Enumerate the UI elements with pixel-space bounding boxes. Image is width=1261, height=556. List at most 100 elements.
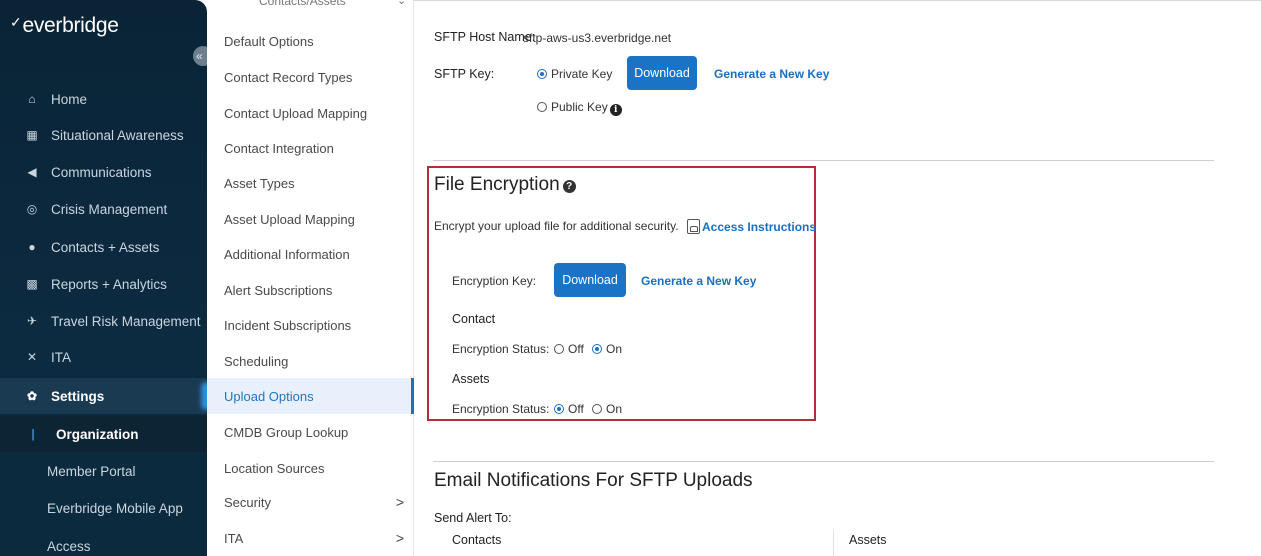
- submenu-section-label: Security: [224, 494, 271, 510]
- contact-encryption-off-radio[interactable]: Off: [554, 342, 584, 356]
- file-encryption-title: File Encryption?: [434, 174, 576, 196]
- radio-selected-icon: [537, 69, 547, 79]
- home-icon: ⌂: [28, 92, 36, 106]
- pdf-icon: [687, 219, 700, 234]
- column-divider: [833, 530, 834, 556]
- submenu-item-cmdb-group-lookup[interactable]: CMDB Group Lookup: [207, 414, 414, 450]
- megaphone-icon: ◀: [27, 165, 37, 179]
- active-marker-icon: |: [31, 427, 35, 441]
- submenu-item-upload-options[interactable]: Upload Options: [207, 378, 414, 414]
- sidebar-item-reports-analytics[interactable]: ▩ Reports + Analytics: [0, 266, 207, 302]
- submenu-item-label: CMDB Group Lookup: [224, 424, 349, 440]
- sidebar-item-mobile-app[interactable]: Everbridge Mobile App: [0, 490, 207, 526]
- assets-heading: Assets: [452, 372, 490, 386]
- chevron-right-icon: >: [395, 494, 404, 510]
- sidebar-item-travel-risk[interactable]: ✈ Travel Risk Management: [0, 303, 207, 339]
- sidebar-item-label: Travel Risk Management: [51, 313, 201, 329]
- info-icon[interactable]: i: [609, 104, 622, 116]
- sidebar-item-settings[interactable]: ✿ Settings: [0, 378, 207, 414]
- sidebar-item-label: Everbridge Mobile App: [47, 500, 183, 516]
- sidebar-item-home[interactable]: ⌂ Home: [0, 81, 207, 117]
- sidebar-item-ita[interactable]: ✕ ITA: [0, 339, 207, 375]
- submenu-section-label: ITA: [224, 530, 244, 546]
- sidebar-item-member-portal[interactable]: Member Portal: [0, 453, 207, 489]
- submenu-item-alert-subscriptions[interactable]: Alert Subscriptions: [207, 272, 414, 308]
- email-notifications-title: Email Notifications For SFTP Uploads: [434, 470, 753, 491]
- gear-icon: ✿: [26, 389, 38, 403]
- submenu-item-location-sources[interactable]: Location Sources: [207, 450, 414, 486]
- submenu-item-incident-subscriptions[interactable]: Incident Subscriptions: [207, 307, 414, 343]
- submenu-item-contact-record-types[interactable]: Contact Record Types: [207, 59, 414, 95]
- chevron-right-icon: >: [395, 530, 404, 546]
- access-instructions-label: Access Instructions: [702, 220, 817, 234]
- assets-encryption-on-radio[interactable]: On: [592, 402, 622, 416]
- radio-unselected-icon: [554, 344, 564, 354]
- submenu-item-label: Asset Upload Mapping: [224, 211, 355, 227]
- submenu-item-label: Scheduling: [224, 353, 289, 369]
- brand-name: everbridge: [22, 14, 119, 37]
- sidebar-item-organization[interactable]: | Organization: [0, 416, 207, 452]
- logo-mark-icon: ✓: [10, 14, 22, 30]
- sidebar-item-crisis-management[interactable]: ◎ Crisis Management: [0, 191, 207, 227]
- submenu-item-label: Additional Information: [224, 246, 350, 262]
- submenu-item-contact-integration[interactable]: Contact Integration: [207, 130, 414, 166]
- submenu-section-ita[interactable]: ITA >: [207, 520, 414, 556]
- top-divider: [414, 0, 1261, 1]
- access-instructions-link[interactable]: Access Instructions: [687, 219, 816, 234]
- submenu-partial-header[interactable]: Contacts/Assets: [259, 0, 346, 8]
- sidebar-item-label: Access: [47, 538, 91, 554]
- contact-encryption-on-radio[interactable]: On: [592, 342, 622, 356]
- sidebar-item-contacts-assets[interactable]: ● Contacts + Assets: [0, 229, 207, 265]
- ita-icon: ✕: [26, 350, 38, 364]
- on-label: On: [606, 402, 623, 416]
- submenu-item-additional-information[interactable]: Additional Information: [207, 236, 414, 272]
- public-key-label: Public Key: [551, 100, 608, 114]
- submenu-item-label: Contact Upload Mapping: [224, 105, 368, 121]
- sftp-download-button[interactable]: Download: [627, 56, 697, 90]
- plane-icon: ✈: [26, 314, 38, 328]
- submenu-item-label: Contact Integration: [224, 140, 334, 156]
- encryption-generate-key-link[interactable]: Generate a New Key: [641, 274, 756, 288]
- sidebar-item-label: Home: [51, 91, 88, 107]
- sftp-host-label: SFTP Host Name:: [434, 30, 536, 44]
- collapse-icon: «: [196, 49, 203, 63]
- submenu-section-security[interactable]: Security >: [207, 484, 414, 520]
- submenu-item-asset-types[interactable]: Asset Types: [207, 165, 414, 201]
- everbridge-logo[interactable]: ✓everbridge: [10, 14, 119, 38]
- assets-encryption-off-radio[interactable]: Off: [554, 402, 584, 416]
- radio-selected-icon: [592, 344, 602, 354]
- sidebar-item-situational-awareness[interactable]: ▦ Situational Awareness: [0, 117, 207, 153]
- sidebar-item-label: Organization: [56, 426, 139, 442]
- sidebar-item-access[interactable]: Access: [0, 528, 207, 556]
- chevron-down-icon: ⌄: [397, 0, 407, 7]
- sidebar-item-label: Reports + Analytics: [51, 276, 167, 292]
- submenu-item-label: Asset Types: [224, 175, 295, 191]
- public-key-radio[interactable]: Public Key i: [537, 100, 622, 116]
- sidebar-item-label: Communications: [51, 164, 152, 180]
- submenu-item-default-options[interactable]: Default Options: [207, 23, 414, 59]
- encryption-key-label: Encryption Key:: [452, 274, 537, 288]
- sftp-generate-key-link[interactable]: Generate a New Key: [714, 67, 829, 81]
- sidebar-item-communications[interactable]: ◀ Communications: [0, 154, 207, 190]
- submenu-item-scheduling[interactable]: Scheduling: [207, 343, 414, 379]
- off-label: Off: [568, 402, 584, 416]
- submenu-item-label: Upload Options: [224, 388, 314, 404]
- sidebar-item-label: ITA: [51, 349, 71, 365]
- private-key-label: Private Key: [551, 67, 613, 81]
- map-icon: ▦: [26, 128, 38, 142]
- private-key-radio[interactable]: Private Key: [537, 67, 612, 81]
- file-encryption-title-text: File Encryption: [434, 174, 560, 195]
- submenu-item-label: Location Sources: [224, 460, 325, 476]
- section-divider: [433, 461, 1214, 462]
- submenu-item-label: Default Options: [224, 33, 314, 49]
- submenu-item-asset-upload-mapping[interactable]: Asset Upload Mapping: [207, 201, 414, 237]
- assets-encryption-status-label: Encryption Status:: [452, 402, 550, 416]
- help-icon[interactable]: ?: [562, 180, 576, 193]
- submenu-item-contact-upload-mapping[interactable]: Contact Upload Mapping: [207, 95, 414, 131]
- encryption-download-button[interactable]: Download: [554, 263, 626, 297]
- main-sidebar: ✓everbridge ⌂ Home ▦ Situational Awareness…: [0, 0, 207, 556]
- sidebar-item-label: Situational Awareness: [51, 127, 184, 143]
- sftp-host-value: sftp-aws-us3.everbridge.net: [523, 31, 672, 45]
- submenu-item-label: Contact Record Types: [224, 69, 353, 85]
- location-pin-icon: ●: [28, 240, 36, 254]
